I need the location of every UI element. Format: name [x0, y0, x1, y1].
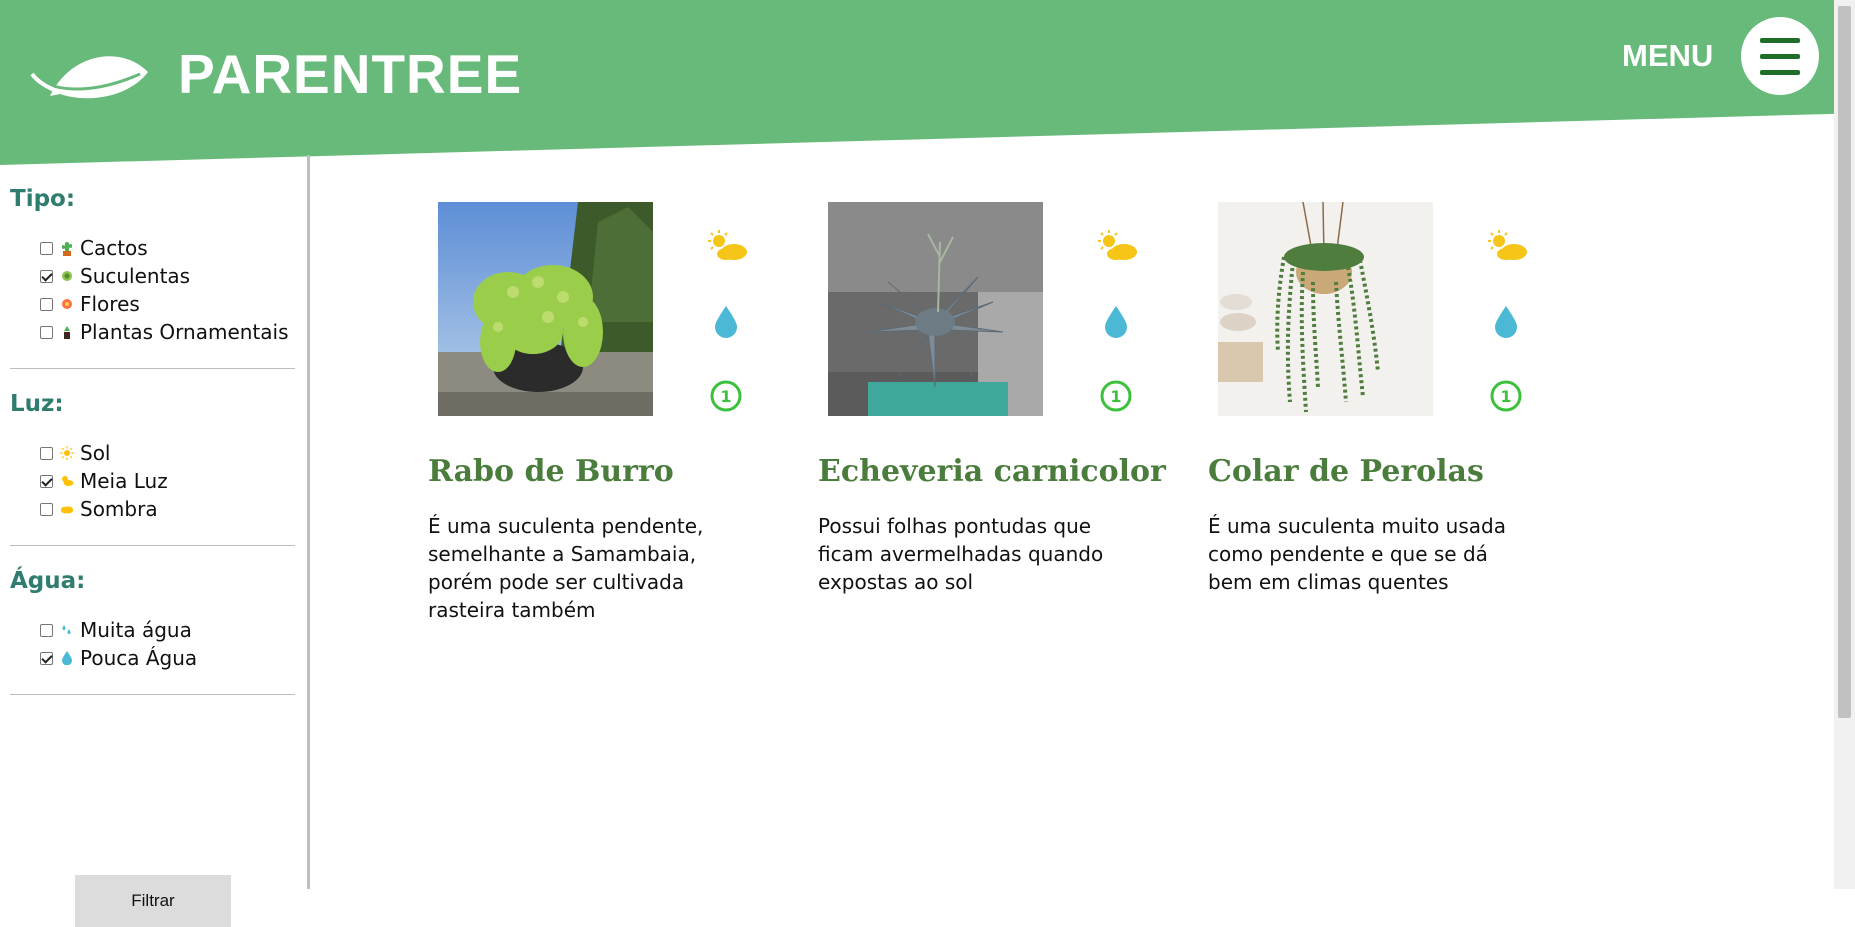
succulent-icon [60, 268, 74, 284]
option-label: Sombra [80, 497, 158, 521]
plant-photo-colar-de-perolas[interactable] [1218, 202, 1433, 416]
option-label: Sol [80, 441, 111, 465]
water-drops-icon [60, 622, 74, 638]
checkbox[interactable] [40, 474, 53, 488]
leaf-icon [30, 56, 148, 99]
option-label: Pouca Água [80, 646, 198, 670]
water-drop-icon [60, 650, 74, 666]
flower-icon [60, 296, 74, 312]
option-label: Meia Luz [80, 469, 168, 493]
plant-title[interactable]: Echeveria carnicolor [818, 454, 1166, 489]
cloud-icon [60, 501, 74, 517]
svg-text:1: 1 [1110, 387, 1121, 406]
hamburger-icon [1760, 38, 1800, 43]
filter-option-cactos[interactable]: Cactos [40, 235, 148, 261]
plant-description: É uma suculenta pendente, semelhante a S… [428, 514, 704, 622]
water-drop-icon [1495, 306, 1517, 338]
plant-card[interactable]: 1 Echeveria carnicolor Possui folhas pon… [818, 202, 1166, 632]
filter-option-pouca-agua[interactable]: Pouca Água [40, 645, 197, 671]
divider [10, 694, 295, 695]
checkbox[interactable] [40, 446, 53, 460]
filter-option-sol[interactable]: Sol [40, 440, 111, 466]
plant-description: Possui folhas pontudas que ficam avermel… [818, 514, 1104, 594]
option-label: Muita água [80, 618, 192, 642]
checkbox[interactable] [40, 651, 53, 665]
menu-label[interactable]: MENU [1622, 38, 1713, 74]
checkbox[interactable] [40, 623, 53, 637]
checkbox[interactable] [40, 269, 53, 283]
filter-option-flores[interactable]: Flores [40, 291, 140, 317]
sun-cloud-icon [708, 230, 747, 260]
plant-photo-rabo-de-burro[interactable] [438, 202, 653, 416]
filter-option-plantas-ornamentais[interactable]: Plantas Ornamentais [40, 319, 289, 345]
hamburger-line [1760, 54, 1800, 59]
filter-group-title-agua: Água: [10, 568, 86, 594]
water-drop-icon [1105, 306, 1127, 338]
menu-button[interactable] [1741, 17, 1819, 95]
filter-option-muita-agua[interactable]: Muita água [40, 617, 192, 643]
filter-sidebar: Tipo: Cactos Suculentas Flores Plantas O… [0, 155, 310, 927]
level-badge: 1 [710, 380, 742, 412]
option-label: Flores [80, 292, 140, 316]
option-label: Suculentas [80, 264, 191, 288]
filter-option-meia-luz[interactable]: Meia Luz [40, 468, 168, 494]
sun-cloud-icon [1098, 230, 1137, 260]
level-badge: 1 [1490, 380, 1522, 412]
level-badge: 1 [1100, 380, 1132, 412]
option-label: Cactos [80, 236, 148, 260]
sun-cloud-icon [1488, 230, 1527, 260]
plant-card[interactable]: 1 Colar de Perolas É uma suculenta muito… [1208, 202, 1548, 632]
filter-button[interactable]: Filtrar [75, 875, 231, 927]
sun-icon [60, 445, 74, 461]
sun-cloud-icon [60, 473, 74, 489]
filter-option-suculentas[interactable]: Suculentas [40, 263, 190, 289]
plant-photo-echeveria-carnicolor[interactable] [828, 202, 1043, 416]
filter-group-title-luz: Luz: [10, 391, 64, 417]
water-drop-icon [715, 306, 737, 338]
checkbox[interactable] [40, 241, 53, 255]
option-label: Plantas Ornamentais [80, 320, 289, 344]
divider [10, 368, 295, 369]
plant-description: É uma suculenta muito usada como pendent… [1208, 514, 1506, 594]
checkbox[interactable] [40, 502, 53, 516]
scrollbar-thumb[interactable] [1838, 6, 1851, 718]
vertical-scrollbar[interactable] [1834, 0, 1855, 889]
brand-title[interactable]: PARENTREE [178, 44, 522, 104]
checkbox[interactable] [40, 297, 53, 311]
plant-title[interactable]: Rabo de Burro [428, 454, 674, 489]
hamburger-line [1760, 70, 1800, 75]
plant-title[interactable]: Colar de Perolas [1208, 454, 1484, 489]
checkbox[interactable] [40, 325, 53, 339]
potted-plant-icon [60, 324, 74, 340]
divider [10, 545, 295, 546]
plant-card[interactable]: 1 Rabo de Burro É uma suculenta pendente… [428, 202, 768, 632]
svg-text:1: 1 [720, 387, 731, 406]
cactus-icon [60, 240, 74, 256]
svg-text:1: 1 [1500, 387, 1511, 406]
filter-group-title-tipo: Tipo: [10, 186, 76, 212]
filter-option-sombra[interactable]: Sombra [40, 496, 158, 522]
